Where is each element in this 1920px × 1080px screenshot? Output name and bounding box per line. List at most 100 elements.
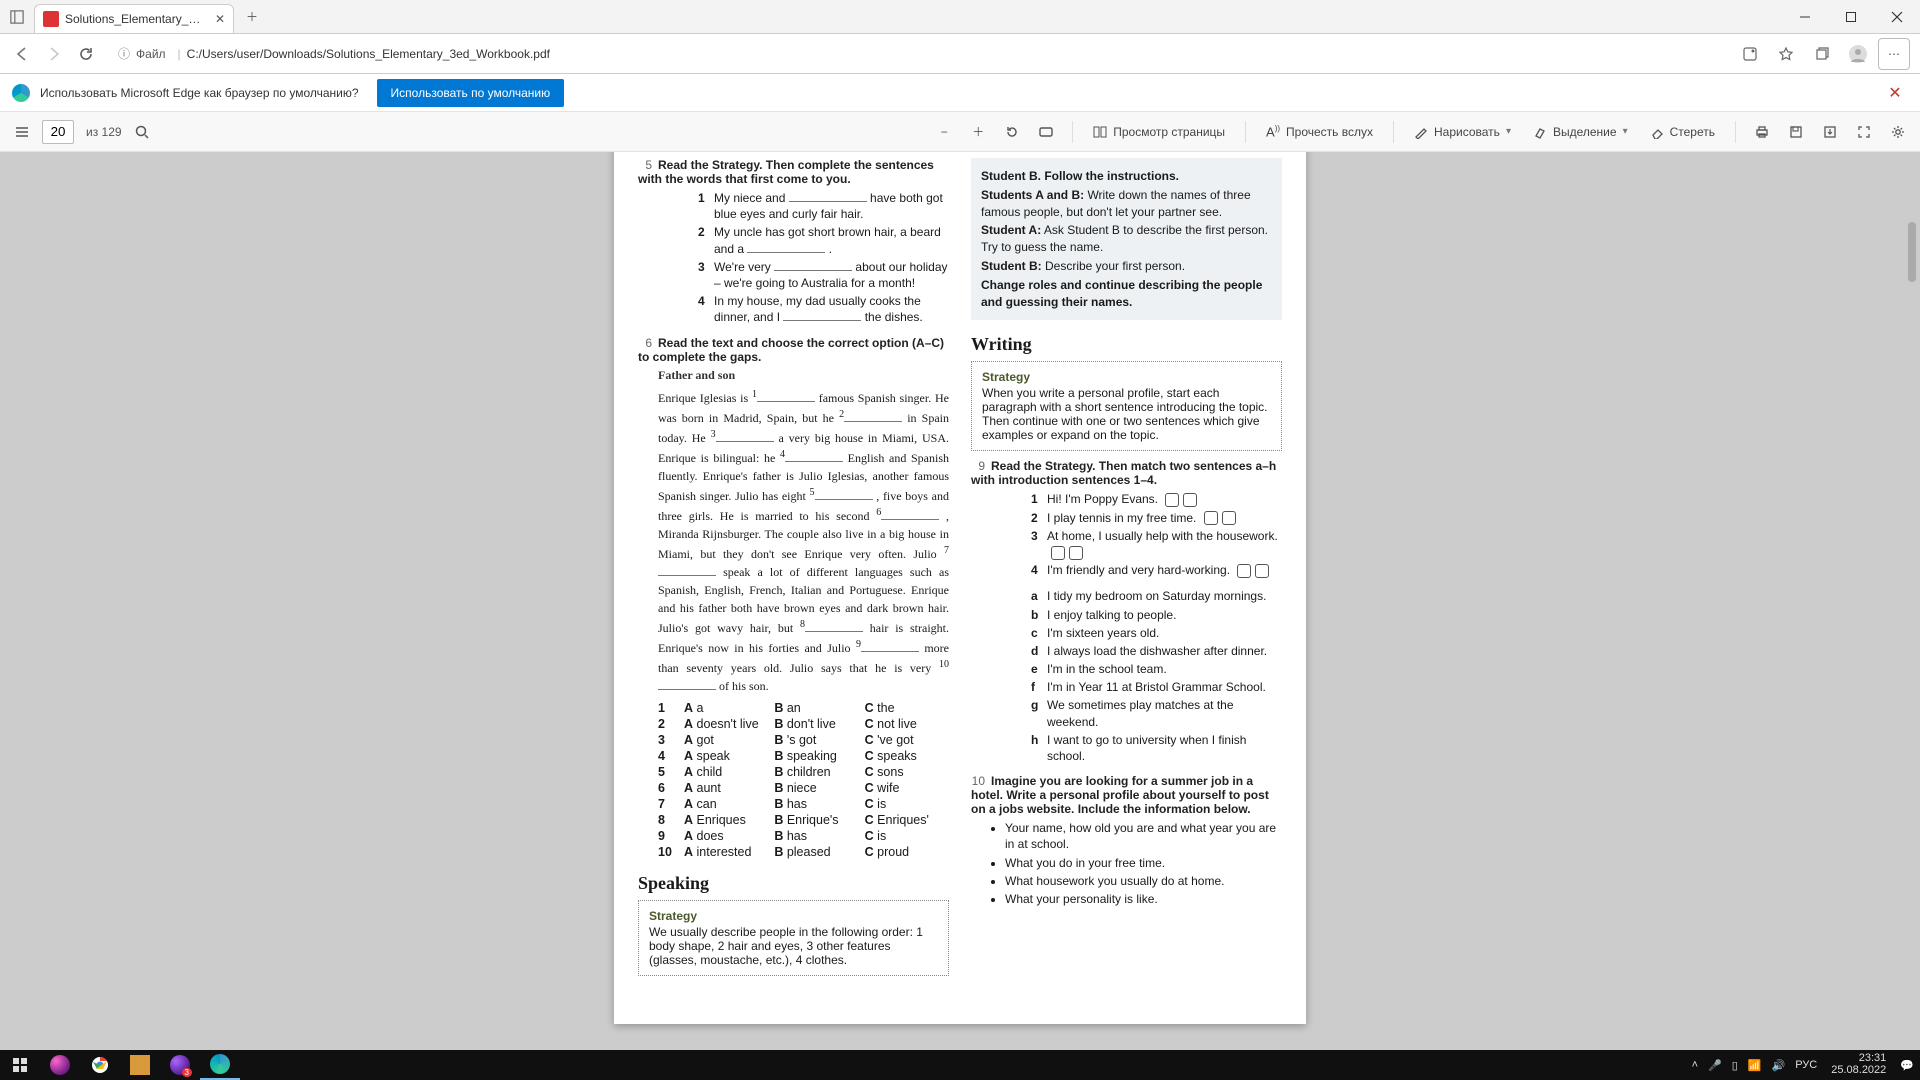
speaking-strategy-box: Strategy We usually describe people in t…: [638, 900, 949, 976]
address-field[interactable]: ⓘ Файл | C:/Users/user/Downloads/Solutio…: [108, 39, 1728, 69]
tab-close-button[interactable]: ✕: [215, 12, 225, 26]
window-minimize-button[interactable]: [1782, 0, 1828, 33]
ex5-item: 3We're very about our holiday – we're go…: [698, 259, 949, 291]
system-tray[interactable]: ˄ 🎤 ▯ 📶 🔊 РУС 23:31 25.08.2022 💬: [1686, 1053, 1920, 1076]
address-bar: ⓘ Файл | C:/Users/user/Downloads/Solutio…: [0, 34, 1920, 74]
nav-back-button[interactable]: [6, 38, 38, 70]
pdf-viewer[interactable]: 5Read the Strategy. Then complete the se…: [0, 152, 1920, 1050]
ex6-options: 1A aB anC the2A doesn't liveB don't live…: [658, 701, 949, 859]
pdf-draw-button[interactable]: Нарисовать ▾: [1406, 118, 1519, 146]
pdf-erase-button[interactable]: Стереть: [1642, 118, 1723, 146]
ex5-item: 4In my house, my dad usually cooks the d…: [698, 293, 949, 325]
tray-chevron-icon[interactable]: ˄: [1692, 1059, 1698, 1071]
nav-refresh-button[interactable]: [70, 38, 102, 70]
favorites-icon[interactable]: [1770, 38, 1802, 70]
tray-volume-icon[interactable]: 🔊: [1772, 1059, 1786, 1072]
pdf-read-aloud-button[interactable]: A)) Прочесть вслух: [1258, 118, 1381, 146]
answer-box[interactable]: [1069, 546, 1083, 560]
pdf-print-button[interactable]: [1748, 118, 1776, 146]
left-column: 5Read the Strategy. Then complete the se…: [638, 158, 949, 984]
writing-title: Writing: [971, 334, 1282, 355]
taskbar-app-3[interactable]: [120, 1050, 160, 1080]
tab-title: Solutions_Elementary_3ed_Work: [65, 12, 207, 26]
ex9-intro-item: 4I'm friendly and very hard-working.: [1031, 562, 1282, 578]
address-path: C:/Users/user/Downloads/Solutions_Elemen…: [187, 47, 550, 61]
answer-box[interactable]: [1255, 564, 1269, 578]
banner-close-button[interactable]: ✕: [1882, 83, 1908, 103]
ex10-bullet: Your name, how old you are and what year…: [1005, 820, 1282, 852]
pdf-contents-button[interactable]: [8, 118, 36, 146]
right-column: Student B. Follow the instructions. Stud…: [971, 158, 1282, 984]
ex6-head: Read the text and choose the correct opt…: [638, 336, 944, 364]
pdf-toolbar: из 129 − ＋ Просмотр страницы A)) Прочест…: [0, 112, 1920, 152]
tray-language[interactable]: РУС: [1795, 1059, 1817, 1071]
ex5-item: 1My niece and have both got blue eyes an…: [698, 190, 949, 222]
ex9-option-item: eI'm in the school team.: [1031, 661, 1282, 677]
settings-more-button[interactable]: ⋯: [1878, 38, 1910, 70]
edge-logo-icon: [12, 84, 30, 102]
answer-box[interactable]: [1204, 511, 1218, 525]
tray-clock[interactable]: 23:31 25.08.2022: [1831, 1053, 1886, 1076]
ex5-head: Read the Strategy. Then complete the sen…: [638, 158, 934, 186]
ex9-option-item: aI tidy my bedroom on Saturday mornings.: [1031, 588, 1282, 604]
banner-accept-button[interactable]: Использовать по умолчанию: [377, 79, 565, 107]
pdf-fit-button[interactable]: [1032, 118, 1060, 146]
tab-actions-button[interactable]: [0, 0, 34, 33]
tray-mic-icon[interactable]: 🎤: [1708, 1059, 1722, 1072]
scrollbar[interactable]: [1904, 152, 1918, 1050]
title-bar: Solutions_Elementary_3ed_Work ✕ ＋: [0, 0, 1920, 34]
nav-forward-button[interactable]: [38, 38, 70, 70]
new-tab-button[interactable]: ＋: [238, 0, 266, 33]
taskbar-edge[interactable]: [200, 1050, 240, 1080]
window-maximize-button[interactable]: [1828, 0, 1874, 33]
pdf-page-view-button[interactable]: Просмотр страницы: [1085, 118, 1233, 146]
ex9-option-item: hI want to go to university when I finis…: [1031, 732, 1282, 764]
pdf-saveas-button[interactable]: [1816, 118, 1844, 146]
tray-wifi-icon[interactable]: 📶: [1748, 1059, 1762, 1072]
speaking-title: Speaking: [638, 873, 949, 894]
ex9-option-item: fI'm in Year 11 at Bristol Grammar Schoo…: [1031, 679, 1282, 695]
pdf-highlight-button[interactable]: Выделение ▾: [1525, 118, 1636, 146]
address-scheme-label: Файл: [136, 47, 166, 61]
answer-box[interactable]: [1051, 546, 1065, 560]
ex5-item: 2My uncle has got short brown hair, a be…: [698, 224, 949, 256]
pdf-fullscreen-button[interactable]: [1850, 118, 1878, 146]
taskbar-app-4[interactable]: 3: [160, 1050, 200, 1080]
browser-tab-active[interactable]: Solutions_Elementary_3ed_Work ✕: [34, 4, 234, 33]
answer-box[interactable]: [1183, 493, 1197, 507]
pdf-page-input[interactable]: [42, 120, 74, 144]
taskbar-chrome[interactable]: [80, 1050, 120, 1080]
tray-notifications-icon[interactable]: 💬: [1900, 1059, 1914, 1072]
answer-box[interactable]: [1165, 493, 1179, 507]
start-button[interactable]: [0, 1050, 40, 1080]
pdf-zoom-out-button[interactable]: −: [930, 118, 958, 146]
windows-taskbar[interactable]: 3 ˄ 🎤 ▯ 📶 🔊 РУС 23:31 25.08.2022 💬: [0, 1050, 1920, 1080]
ex6-text: Enrique Iglesias is 1 famous Spanish sin…: [658, 387, 949, 695]
taskbar-app-1[interactable]: [40, 1050, 80, 1080]
ex10-head: Imagine you are looking for a summer job…: [971, 774, 1269, 816]
ex9-head: Read the Strategy. Then match two senten…: [971, 459, 1276, 487]
ex5-items: 1My niece and have both got blue eyes an…: [658, 190, 949, 326]
writing-strategy-box: Strategy When you write a personal profi…: [971, 361, 1282, 451]
site-info-icon[interactable]: ⓘ: [118, 45, 130, 62]
ex9-intro-item: 2I play tennis in my free time.: [1031, 510, 1282, 526]
chevron-down-icon: ▾: [1506, 126, 1511, 137]
ex6-title: Father and son: [658, 368, 949, 383]
pdf-settings-button[interactable]: [1884, 118, 1912, 146]
collections-icon[interactable]: [1806, 38, 1838, 70]
answer-box[interactable]: [1237, 564, 1251, 578]
ex9-option-items: aI tidy my bedroom on Saturday mornings.…: [991, 588, 1282, 764]
tracking-prevention-icon[interactable]: [1734, 38, 1766, 70]
answer-box[interactable]: [1222, 511, 1236, 525]
pdf-zoom-in-button[interactable]: ＋: [964, 118, 992, 146]
window-close-button[interactable]: [1874, 0, 1920, 33]
pdf-find-button[interactable]: [128, 118, 156, 146]
pdf-rotate-button[interactable]: [998, 118, 1026, 146]
default-browser-banner: Использовать Microsoft Edge как браузер …: [0, 74, 1920, 112]
ex9-option-item: bI enjoy talking to people.: [1031, 607, 1282, 623]
profile-icon[interactable]: [1842, 38, 1874, 70]
ex10-bullet: What your personality is like.: [1005, 891, 1282, 907]
pdf-save-button[interactable]: [1782, 118, 1810, 146]
ex9-option-item: dI always load the dishwasher after dinn…: [1031, 643, 1282, 659]
tray-battery-icon[interactable]: ▯: [1732, 1059, 1738, 1072]
